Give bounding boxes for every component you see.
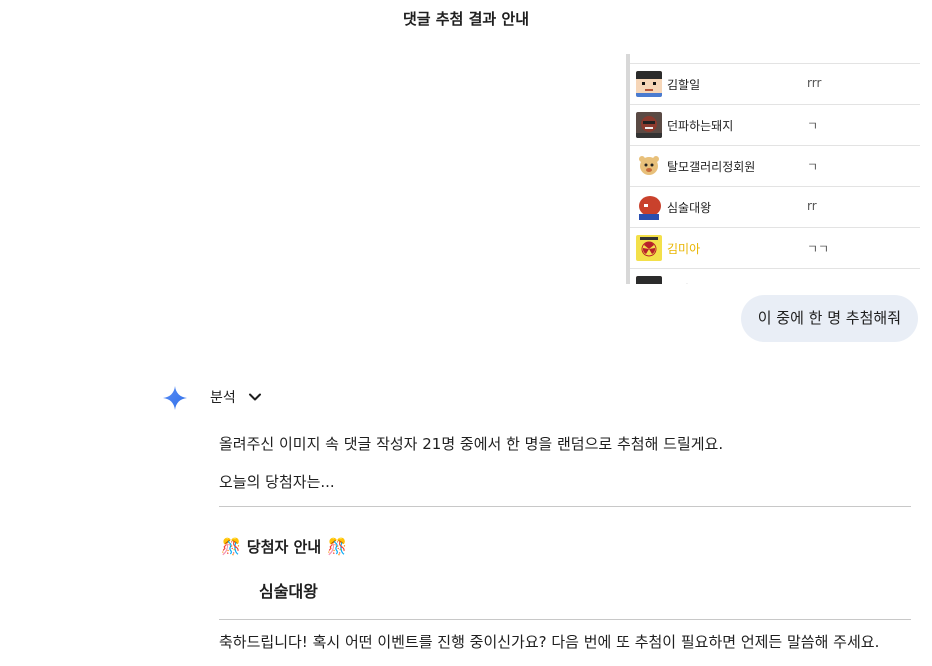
comment-text: rr (807, 199, 817, 213)
analysis-label: 분석 (210, 390, 236, 406)
list-item: 탈모갤러리정회원 ㄱ (630, 145, 920, 186)
user-message-bubble: 이 중에 한 명 추첨해줘 (740, 295, 918, 342)
confetti-emoji: 🎊 (221, 537, 241, 556)
avatar (636, 112, 662, 138)
comment-nickname: 던파하는돼지 (667, 119, 734, 133)
response-intro: 올려주신 이미지 속 댓글 작성자 21명 중에서 한 명을 랜덤으로 추첨해 … (219, 435, 724, 453)
attached-image[interactable]: 김할일 rrr 던파하는돼지 ㄱ 탈모갤러리정회원 ㄱ 심술대왕 rr 김미아 … (626, 54, 920, 284)
list-item: 심술대왕 rr (630, 186, 920, 227)
avatar (636, 235, 662, 261)
comment-nickname-highlighted: 김미아 (667, 242, 701, 256)
list-item: 이긴 (630, 268, 920, 284)
avatar (636, 71, 662, 97)
comment-nickname: 김할일 (667, 78, 701, 92)
comment-text: ㄱ (807, 160, 819, 174)
response-teaser: 오늘의 당첨자는... (219, 473, 335, 491)
winner-heading-text: 당첨자 안내 (246, 538, 322, 556)
comment-nickname: 심술대왕 (667, 201, 712, 215)
list-item (630, 54, 920, 63)
response-closing: 축하드립니다! 혹시 어떤 이벤트를 진행 중이신가요? 다음 번에 또 추첨이… (219, 633, 880, 651)
avatar (636, 194, 662, 220)
chevron-down-icon (248, 393, 261, 401)
list-item: 김미아 ㄱㄱ (630, 227, 920, 268)
page-title: 댓글 추첨 결과 안내 (402, 10, 530, 28)
list-item: 김할일 rrr (630, 63, 920, 104)
winner-name: 심술대왕 (259, 582, 318, 601)
comment-text: rrr (807, 76, 822, 90)
comment-text: ㄱㄱ (807, 242, 830, 256)
comment-text: ㄱ (807, 119, 819, 133)
avatar (636, 153, 662, 179)
comment-nickname: 이긴 (667, 281, 689, 284)
comment-nickname: 탈모갤러리정회원 (667, 160, 756, 174)
analysis-toggle[interactable]: 분석 (210, 387, 262, 407)
gemini-sparkle-icon (163, 386, 187, 410)
avatar (636, 276, 662, 284)
winner-heading: 🎊 당첨자 안내 🎊 (219, 536, 347, 557)
divider (219, 619, 911, 620)
confetti-emoji: 🎊 (327, 537, 348, 556)
divider (219, 506, 911, 507)
list-item: 던파하는돼지 ㄱ (630, 104, 920, 145)
